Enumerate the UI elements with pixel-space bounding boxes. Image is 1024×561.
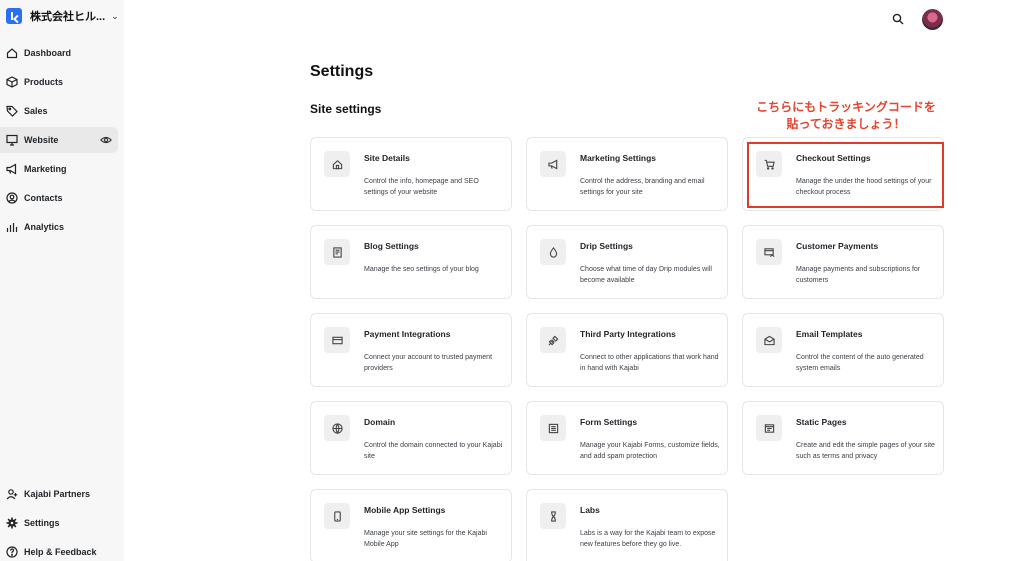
settings-card-form-settings[interactable]: Form Settings Manage your Kajabi Forms, … bbox=[526, 401, 728, 475]
sidebar-item-label: Analytics bbox=[24, 222, 65, 232]
settings-card-checkout-settings[interactable]: Checkout Settings Manage the under the h… bbox=[742, 137, 944, 211]
annotation-line: こちらにもトラッキングコードを bbox=[756, 100, 936, 114]
settings-card-drip-settings[interactable]: Drip Settings Choose what time of day Dr… bbox=[526, 225, 728, 299]
card-description: Control the content of the auto generate… bbox=[796, 354, 924, 372]
tag-icon bbox=[6, 105, 18, 117]
card-description: Choose what time of day Drip modules wil… bbox=[580, 266, 712, 284]
flask-icon bbox=[540, 503, 566, 529]
credit-card-icon bbox=[324, 327, 350, 353]
site-name: 株式会社ヒル... bbox=[30, 11, 106, 23]
annotation-note: こちらにもトラッキングコードを 貼っておきましょう！ bbox=[736, 99, 956, 133]
avatar[interactable] bbox=[922, 9, 943, 30]
card-title: Form Settings bbox=[580, 417, 638, 427]
payment-icon bbox=[756, 239, 782, 265]
sidebar-item-website[interactable]: Website bbox=[0, 127, 118, 153]
card-title: Checkout Settings bbox=[796, 153, 871, 163]
help-icon bbox=[6, 546, 18, 558]
settings-card-labs[interactable]: Labs Labs is a way for the Kajabi team t… bbox=[526, 489, 728, 561]
site-switcher[interactable]: 株式会社ヒル... ⌄ bbox=[6, 6, 119, 26]
settings-card-site-details[interactable]: Site Details Control the info, homepage … bbox=[310, 137, 512, 211]
sidebar-item-settings[interactable]: Settings bbox=[0, 510, 118, 536]
search-icon[interactable] bbox=[892, 13, 904, 25]
card-description: Connect to other applications that work … bbox=[580, 354, 719, 372]
card-title: Site Details bbox=[364, 153, 410, 163]
settings-card-third-party-integrations[interactable]: Third Party Integrations Connect to othe… bbox=[526, 313, 728, 387]
section-title: Site settings bbox=[310, 102, 382, 116]
form-icon bbox=[540, 415, 566, 441]
card-title: Customer Payments bbox=[796, 241, 879, 251]
card-title: Marketing Settings bbox=[580, 153, 657, 163]
sidebar-item-label: Website bbox=[24, 135, 59, 145]
box-icon bbox=[6, 76, 18, 88]
sidebar-item-label: Marketing bbox=[24, 164, 67, 174]
sidebar-item-label: Help & Feedback bbox=[24, 547, 97, 557]
settings-card-marketing-settings[interactable]: Marketing Settings Control the address, … bbox=[526, 137, 728, 211]
settings-card-payment-integrations[interactable]: Payment Integrations Connect your accoun… bbox=[310, 313, 512, 387]
card-title: Blog Settings bbox=[364, 241, 419, 251]
sidebar-item-label: Settings bbox=[24, 518, 60, 528]
gear-icon bbox=[6, 517, 18, 529]
settings-card-domain[interactable]: Domain Control the domain connected to y… bbox=[310, 401, 512, 475]
card-title: Payment Integrations bbox=[364, 329, 451, 339]
card-description: Control the domain connected to your Kaj… bbox=[364, 442, 503, 460]
eye-icon[interactable] bbox=[100, 134, 112, 146]
sidebar-item-kajabi-partners[interactable]: Kajabi Partners bbox=[0, 481, 118, 507]
sidebar-item-contacts[interactable]: Contacts bbox=[0, 185, 118, 211]
sidebar-item-label: Dashboard bbox=[24, 48, 72, 58]
sidebar-item-label: Products bbox=[24, 77, 64, 87]
monitor-icon bbox=[6, 134, 18, 146]
card-description: Manage the seo settings of your blog bbox=[364, 266, 479, 273]
kajabi-logo-icon bbox=[6, 8, 22, 24]
settings-card-mobile-app-settings[interactable]: Mobile App Settings Manage your site set… bbox=[310, 489, 512, 561]
page-icon bbox=[756, 415, 782, 441]
card-title: Domain bbox=[364, 417, 396, 427]
sidebar-item-label: Kajabi Partners bbox=[24, 489, 91, 499]
drop-icon bbox=[540, 239, 566, 265]
card-title: Drip Settings bbox=[580, 241, 633, 251]
user-plus-icon bbox=[6, 488, 18, 500]
sidebar: 株式会社ヒル... ⌄ Dashboard Products Sales Web… bbox=[0, 0, 124, 561]
card-description: Connect your account to trusted payment … bbox=[364, 354, 493, 372]
chevron-down-icon: ⌄ bbox=[111, 10, 119, 21]
sidebar-item-label: Sales bbox=[24, 106, 48, 116]
card-description: Manage your site settings for the Kajabi… bbox=[364, 530, 487, 548]
card-title: Static Pages bbox=[796, 417, 847, 427]
mail-icon bbox=[756, 327, 782, 353]
home-icon bbox=[324, 151, 350, 177]
settings-card-email-templates[interactable]: Email Templates Control the content of t… bbox=[742, 313, 944, 387]
globe-icon bbox=[324, 415, 350, 441]
sidebar-item-label: Contacts bbox=[24, 193, 63, 203]
bar-chart-icon bbox=[6, 221, 18, 233]
card-description: Labs is a way for the Kajabi team to exp… bbox=[580, 530, 716, 548]
blog-icon bbox=[324, 239, 350, 265]
cart-icon bbox=[756, 151, 782, 177]
plug-icon bbox=[540, 327, 566, 353]
card-description: Manage payments and subscriptions for cu… bbox=[796, 266, 921, 284]
card-description: Control the address, branding and email … bbox=[580, 178, 705, 196]
sidebar-item-sales[interactable]: Sales bbox=[0, 98, 118, 124]
card-title: Email Templates bbox=[796, 329, 863, 339]
settings-card-blog-settings[interactable]: Blog Settings Manage the seo settings of… bbox=[310, 225, 512, 299]
card-description: Manage the under the hood settings of yo… bbox=[796, 178, 932, 196]
megaphone-icon bbox=[540, 151, 566, 177]
card-title: Mobile App Settings bbox=[364, 505, 446, 515]
settings-card-customer-payments[interactable]: Customer Payments Manage payments and su… bbox=[742, 225, 944, 299]
settings-card-static-pages[interactable]: Static Pages Create and edit the simple … bbox=[742, 401, 944, 475]
page-title: Settings bbox=[310, 63, 374, 80]
user-circle-icon bbox=[6, 192, 18, 204]
megaphone-icon bbox=[6, 163, 18, 175]
sidebar-item-marketing[interactable]: Marketing bbox=[0, 156, 118, 182]
sidebar-item-help-feedback[interactable]: Help & Feedback bbox=[0, 539, 118, 561]
card-description: Create and edit the simple pages of your… bbox=[796, 442, 935, 460]
annotation-line: 貼っておきましょう！ bbox=[786, 117, 906, 131]
card-description: Manage your Kajabi Forms, customize fiel… bbox=[580, 442, 720, 460]
card-description: Control the info, homepage and SEO setti… bbox=[364, 178, 479, 196]
sidebar-item-products[interactable]: Products bbox=[0, 69, 118, 95]
home-icon bbox=[6, 47, 18, 59]
card-title: Labs bbox=[580, 505, 600, 515]
sidebar-item-dashboard[interactable]: Dashboard bbox=[0, 40, 118, 66]
card-title: Third Party Integrations bbox=[580, 329, 676, 339]
mobile-icon bbox=[324, 503, 350, 529]
sidebar-item-analytics[interactable]: Analytics bbox=[0, 214, 118, 240]
